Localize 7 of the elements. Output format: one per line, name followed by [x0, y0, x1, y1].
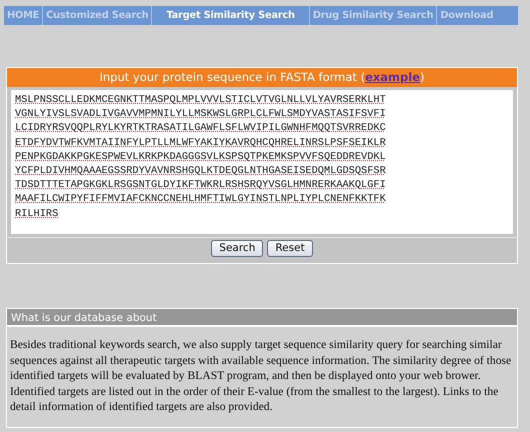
example-link[interactable]: example	[365, 70, 420, 84]
section-title: What is our database about	[7, 309, 517, 327]
form-button[interactable]: Reset	[267, 240, 313, 257]
description-text: Besides traditional keywords search, we also supply target sequence similarity query for searching similar sequences against all therapeutic targets with available sequence information. The similarity degree of those identified targets will be evaluated by BLAST program, and then be displayed onto your web brower. Identified targets are listed out in the order of their E-value (from the smallest to the largest). Links to the detail information of identified targets are also provided.	[9, 337, 512, 416]
form-button[interactable]: Search	[211, 240, 264, 257]
panel-title: Input your protein sequence in FASTA format (example)	[7, 68, 517, 87]
sequence-field[interactable]: MSLPNSSCLLEDKMCEGNKTTMASPQLMPLVVVLSTICLVTVGLNLLVLYAVRSERKLHT VGNLYIVSLSVADLIVGAVVMPMNILYLLMSKWSLGRPLCLFWLSMDYVASTASIFSVFI LCIDRYRSVQQPLRYLKYRTKTRASATILGAWFLSFLWVIPILGWNHFMQQTSVRREDKC ETDFYDVTWFKVMTAIINFYLPTLLMLWFYAKIYKAVRQHCQHRELINRSLPSFSEIKLR PENPKGDAKKPGKESPWEVLKRKPKDAGGGSVLKSPSQTPKEMKSPVVFSQEDDREVDKL YCFPLDIVHMQAAAEGSSRDYVAVNRSHGQLKTDEQGLNTHGASEISEDQMLGDSQSFSR TDSDTTTETAPGKGKLRSGSNTGLDYIKFTWKRLRSHSRQYVSGLHMNRERKAAKQLGFI MAAFILCWIPYFIFFMVIAFCKNCCNEHLHMFTIWLGYINSTLNPLIYPLCNENFKKTFK RILHIRS	[11, 90, 513, 234]
